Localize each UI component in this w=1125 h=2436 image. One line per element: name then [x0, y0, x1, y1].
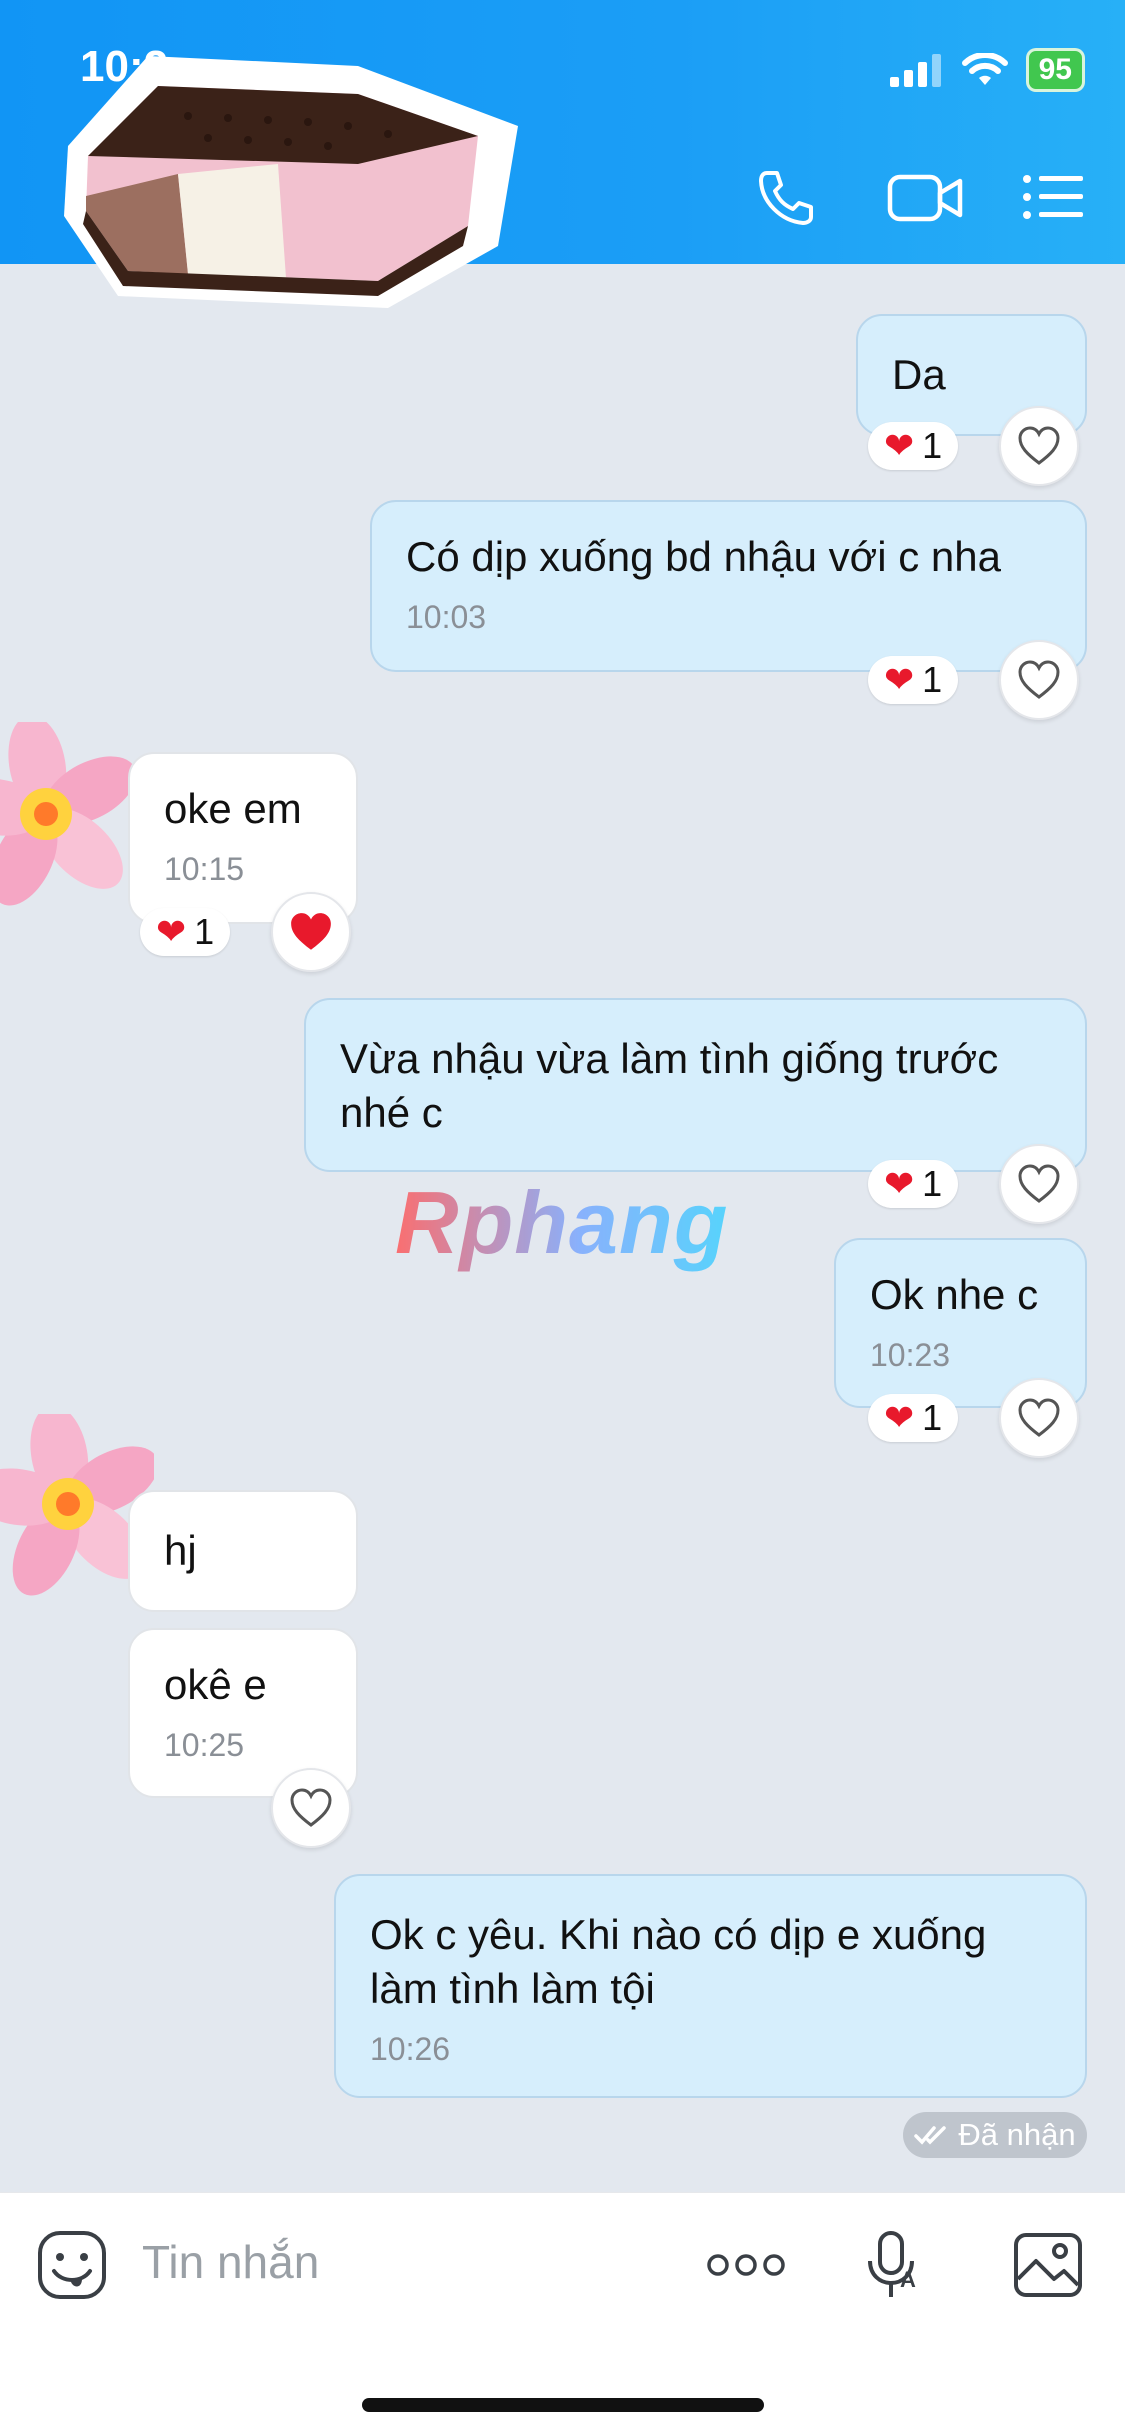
header-actions [753, 165, 1085, 229]
heart-outline-icon [1018, 1164, 1060, 1203]
message-text: Vừa nhậu vừa làm tình giống trước nhé c [340, 1035, 999, 1136]
heart-icon: ❤ [884, 425, 915, 466]
image-gallery-icon[interactable] [1012, 2229, 1084, 2301]
reaction-count: 1 [194, 911, 215, 952]
heart-icon: ❤ [884, 1397, 915, 1438]
list-menu-icon[interactable] [1021, 165, 1085, 229]
message-time: 10:26 [370, 2031, 451, 2067]
reaction-count: 1 [922, 425, 943, 466]
ice-cream-sandwich-sticker [64, 56, 518, 308]
message-input[interactable]: Tin nhắn [142, 2235, 319, 2289]
heart-icon: ❤ [884, 1163, 915, 1204]
received-label: Đã nhận [958, 2117, 1076, 2152]
like-button[interactable] [999, 1378, 1079, 1458]
heart-outline-icon [1018, 1398, 1060, 1437]
sticker-emoji-icon[interactable] [36, 2229, 108, 2301]
reaction-count: 1 [922, 1163, 943, 1204]
message-text: hj [164, 1527, 197, 1574]
like-button[interactable] [271, 1768, 351, 1848]
reaction-badge[interactable]: ❤ 1 [868, 422, 959, 470]
reaction-badge[interactable]: ❤ 1 [140, 908, 231, 956]
message-bubble-outgoing[interactable]: Ok c yêu. Khi nào có dịp e xuống làm tìn… [334, 1874, 1087, 2098]
more-options-icon[interactable] [706, 2229, 786, 2301]
voice-to-text-icon[interactable]: A [856, 2229, 928, 2301]
message-text: oke em [164, 785, 302, 832]
message-time: 10:15 [164, 851, 245, 887]
reaction-count: 1 [922, 1397, 943, 1438]
message-text: Ok nhe c [870, 1271, 1039, 1318]
reaction-badge[interactable]: ❤ 1 [868, 656, 959, 704]
reaction-badge[interactable]: ❤ 1 [868, 1160, 959, 1208]
status-indicators: 95 [889, 48, 1085, 92]
wifi-icon [961, 53, 1008, 85]
heart-icon: ❤ [156, 911, 187, 952]
message-time: 10:23 [870, 1337, 951, 1373]
double-check-icon [914, 2126, 947, 2145]
like-button[interactable] [999, 640, 1079, 720]
home-indicator[interactable] [362, 2398, 764, 2412]
received-status-badge: Đã nhận [903, 2112, 1087, 2158]
phone-icon[interactable] [753, 165, 817, 229]
reaction-badge[interactable]: ❤ 1 [868, 1394, 959, 1442]
message-bubble-outgoing[interactable]: Có dịp xuống bd nhậu với c nha 10:03 [370, 500, 1087, 672]
heart-outline-icon [1018, 660, 1060, 699]
reaction-count: 1 [922, 659, 943, 700]
heart-outline-icon [1018, 426, 1060, 465]
like-button[interactable] [999, 406, 1079, 486]
message-time: 10:03 [406, 599, 487, 635]
heart-outline-icon [290, 1788, 332, 1827]
message-text: okê e [164, 1661, 267, 1708]
message-bubble-incoming[interactable]: hj [128, 1490, 358, 1612]
svg-text:A: A [900, 2267, 916, 2292]
heart-icon: ❤ [884, 659, 915, 700]
battery-indicator: 95 [1025, 48, 1085, 92]
like-button[interactable] [999, 1144, 1079, 1224]
message-time: 10:25 [164, 1727, 245, 1763]
message-text: Ok c yêu. Khi nào có dịp e xuống làm tìn… [370, 1911, 987, 2012]
message-text: Da [892, 351, 946, 398]
signal-icon [889, 54, 941, 87]
chat-screen: { "status_bar": {"time": "10:2", "batter… [0, 0, 1125, 2436]
heart-filled-icon [291, 913, 331, 950]
message-bubble-outgoing[interactable]: Vừa nhậu vừa làm tình giống trước nhé c [304, 998, 1087, 1172]
video-call-icon[interactable] [887, 165, 963, 229]
like-button-active[interactable] [271, 892, 351, 972]
message-text: Có dịp xuống bd nhậu với c nha [406, 533, 1001, 580]
watermark-logo: Rphang [395, 1173, 729, 1272]
